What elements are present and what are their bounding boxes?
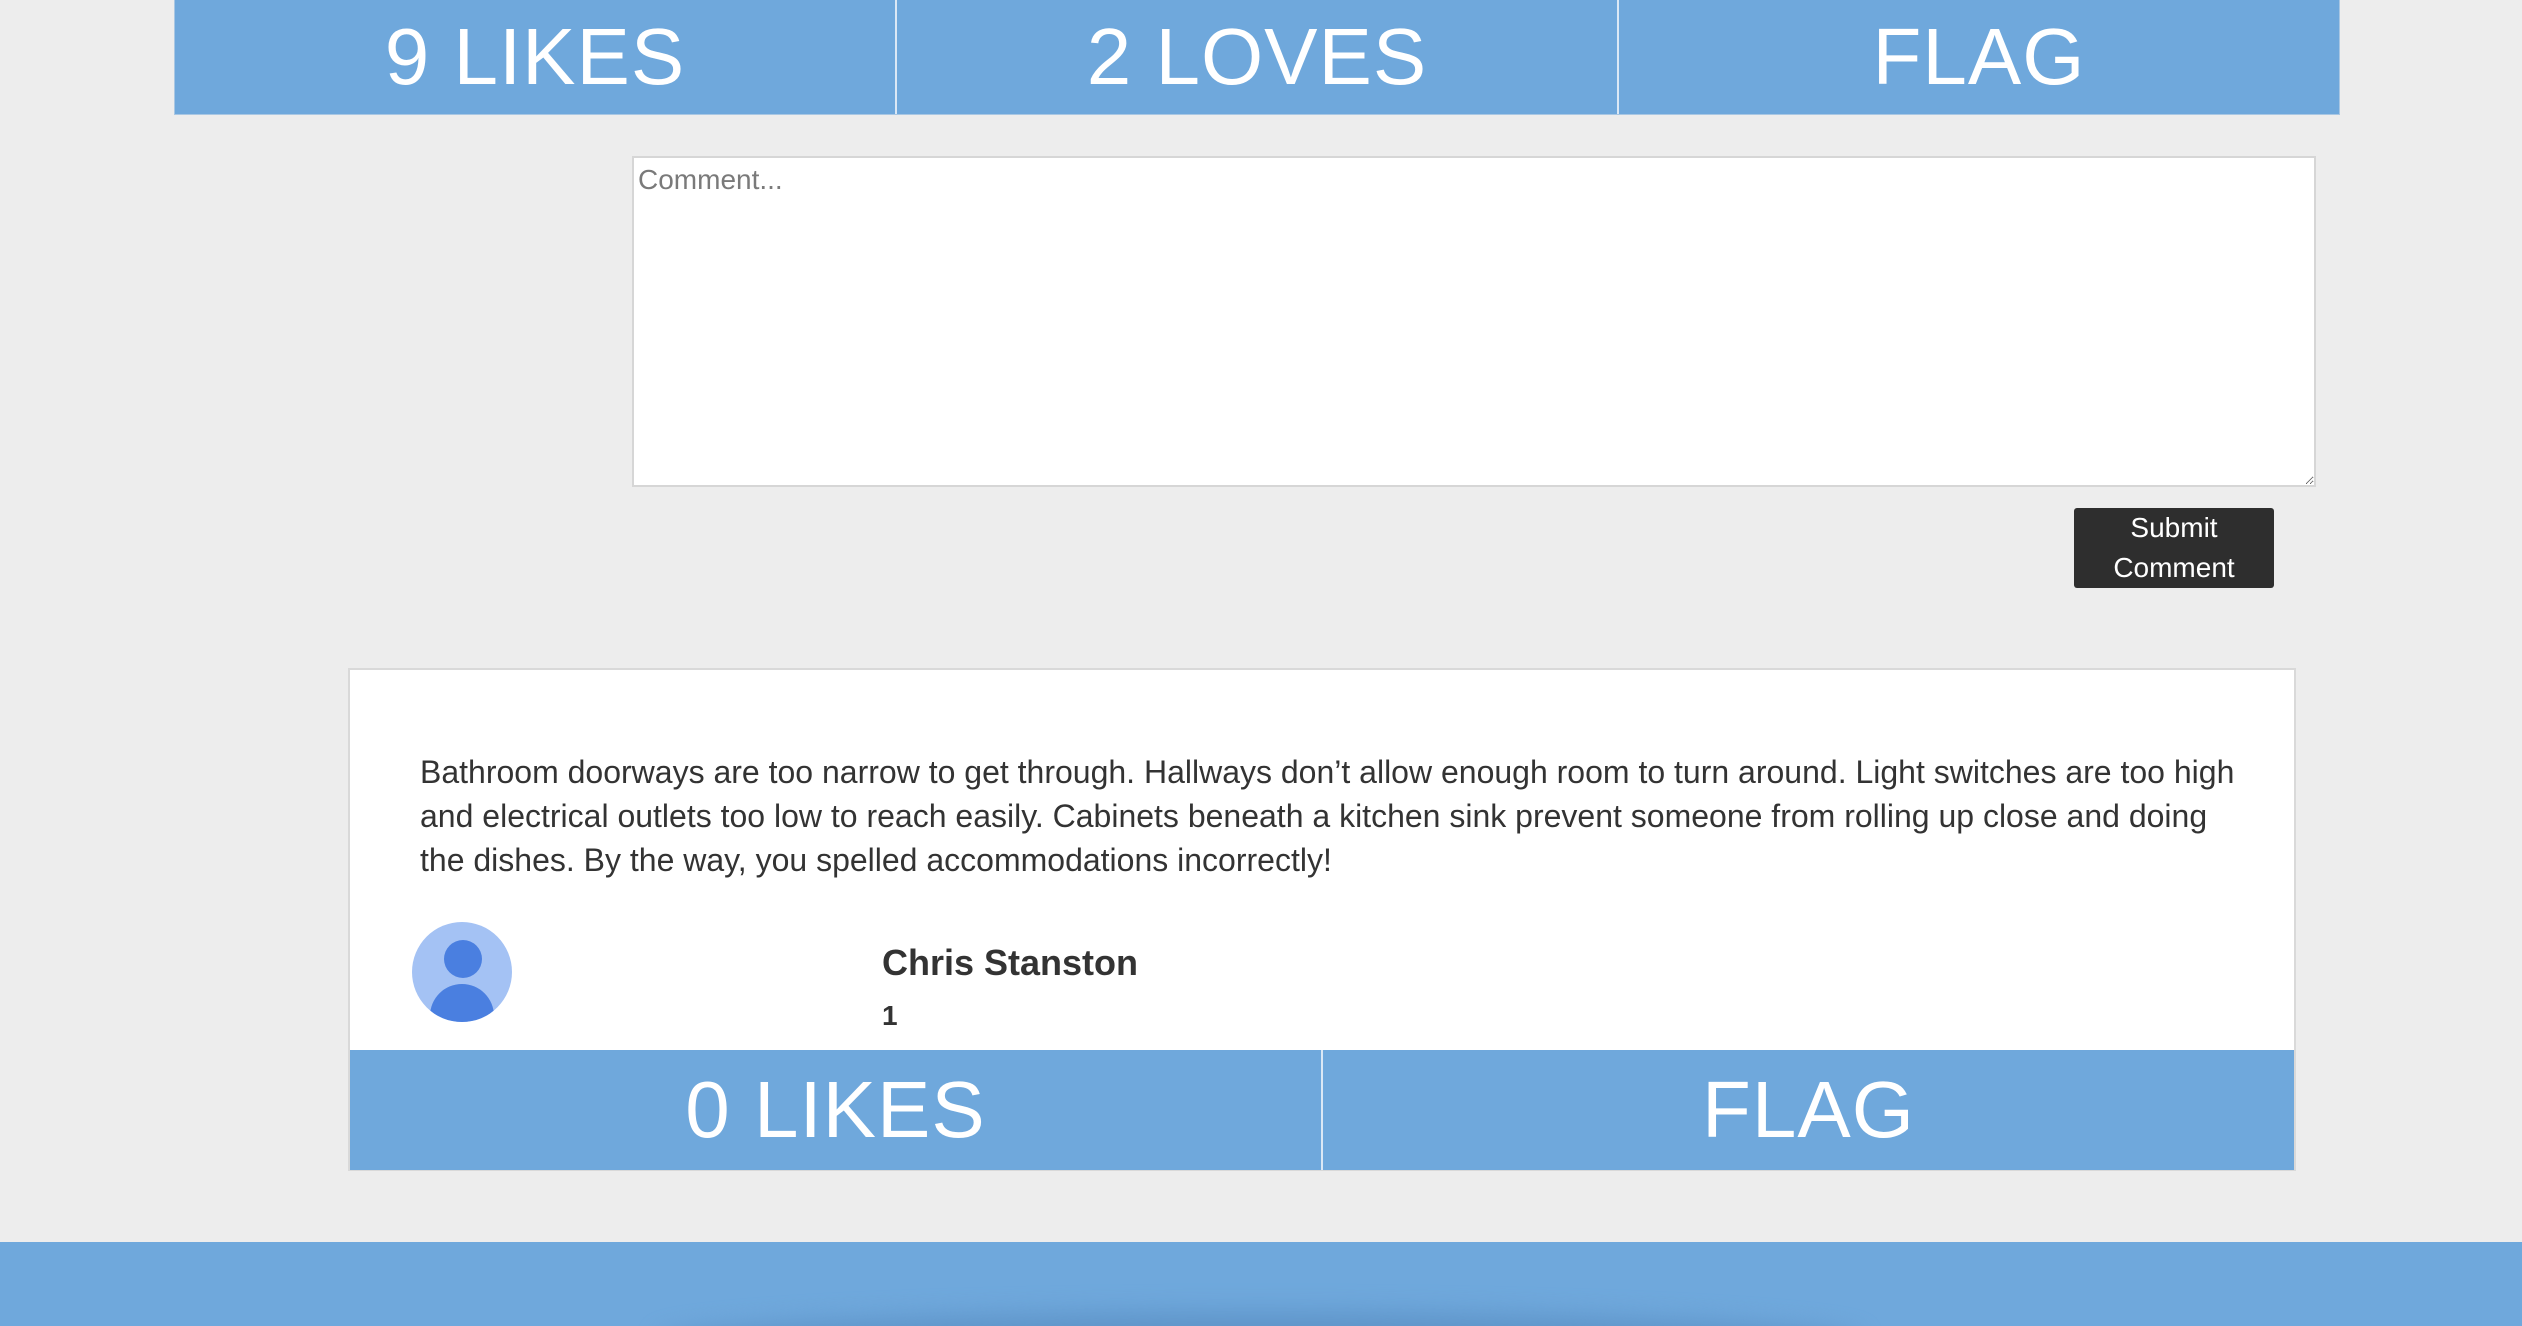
avatar-head xyxy=(444,940,482,978)
comment-card: Bathroom doorways are too narrow to get … xyxy=(348,668,2296,1171)
comment-text: Bathroom doorways are too narrow to get … xyxy=(420,754,2235,878)
comment-likes-button[interactable]: 0 LIKES xyxy=(350,1050,1321,1170)
submit-comment-button[interactable]: Submit Comment xyxy=(2074,508,2274,588)
footer xyxy=(0,1242,2522,1326)
page: 9 LIKES 2 LOVES FLAG Submit Comment Bath… xyxy=(0,0,2522,1326)
comment-reaction-bar: 0 LIKES FLAG xyxy=(350,1050,2294,1170)
flag-button[interactable]: FLAG xyxy=(1617,0,2339,114)
comment-input[interactable] xyxy=(632,156,2316,487)
comment-count: 1 xyxy=(882,1000,898,1031)
user-avatar-icon xyxy=(412,922,512,1022)
comment-author: Chris Stanston xyxy=(882,942,1139,983)
comment-flag-button[interactable]: FLAG xyxy=(1321,1050,2294,1170)
footer-decoration xyxy=(660,1312,1860,1326)
avatar-body xyxy=(430,984,494,1022)
post-reaction-bar: 9 LIKES 2 LOVES FLAG xyxy=(174,0,2340,115)
likes-button[interactable]: 9 LIKES xyxy=(175,0,895,114)
loves-button[interactable]: 2 LOVES xyxy=(895,0,1617,114)
